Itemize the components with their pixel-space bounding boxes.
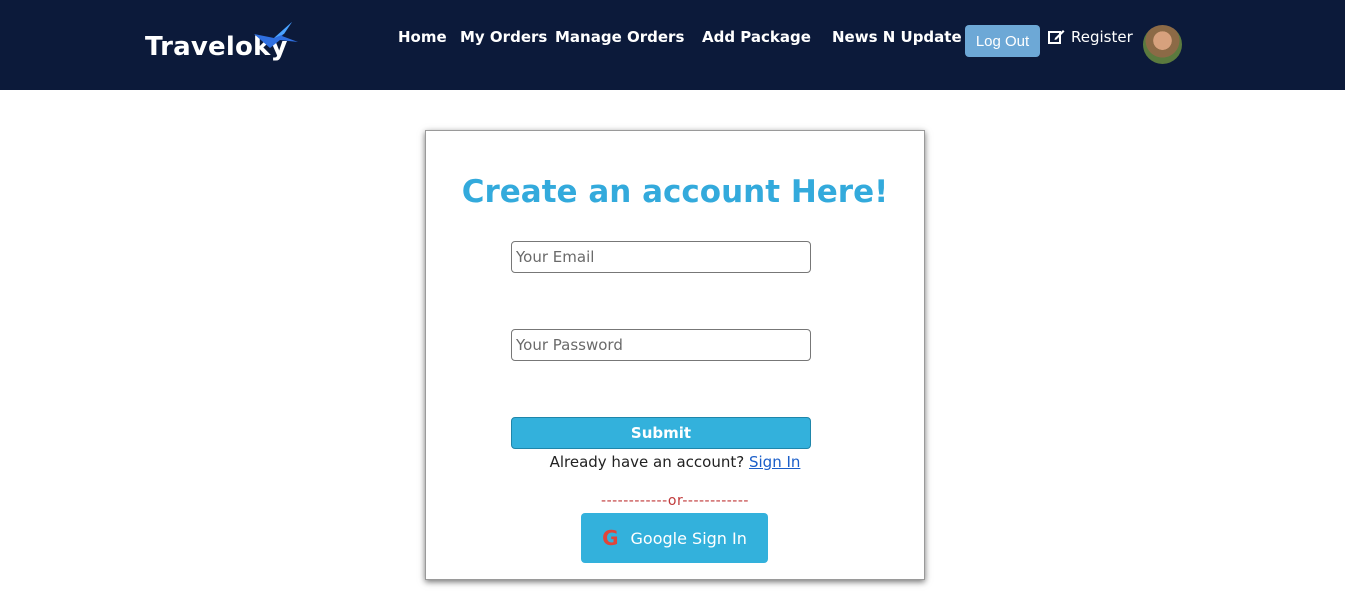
submit-button[interactable]: Submit [511,417,811,449]
edit-icon [1048,30,1065,44]
email-field[interactable] [511,241,811,273]
or-divider: ------------or------------ [601,493,749,509]
password-field[interactable] [511,329,811,361]
nav-home[interactable]: Home [398,28,447,46]
already-text: Already have an account? [549,453,745,471]
nav-add-package[interactable]: Add Package [702,28,811,46]
nav-news-update[interactable]: News N Update [832,28,962,46]
signin-prompt: Already have an account? Sign In [426,453,924,471]
register-card: Create an account Here! Submit Already h… [425,130,925,580]
google-signin-button[interactable]: G Google Sign In [581,513,768,563]
nav-manage-orders[interactable]: Manage Orders [555,28,684,46]
register-label: Register [1071,28,1133,46]
avatar[interactable] [1143,25,1182,64]
page-title: Create an account Here! [461,174,889,210]
bird-logo-icon [254,22,298,48]
signin-link[interactable]: Sign In [749,453,800,471]
navbar: Traveloky Home My Orders Manage Orders A… [0,0,1345,90]
nav-my-orders[interactable]: My Orders [460,28,547,46]
logout-button[interactable]: Log Out [965,25,1040,57]
google-icon: G [602,526,619,550]
google-label: Google Sign In [630,528,747,548]
register-link[interactable]: Register [1048,28,1133,46]
